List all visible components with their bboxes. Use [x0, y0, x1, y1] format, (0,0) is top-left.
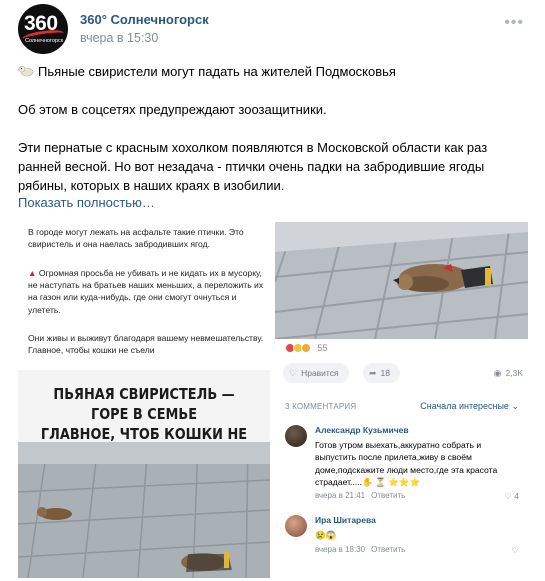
warning-triangle-icon: ▲ — [28, 268, 37, 278]
post-paragraph: Об этом в соцсетях предупреждают зоозащи… — [18, 102, 327, 117]
comment-time[interactable]: вчера в 18:30 — [315, 545, 365, 554]
more-options-icon[interactable]: ••• — [504, 14, 524, 32]
views-count: 2,3K — [505, 368, 524, 378]
heart-outline-icon: ♡ — [289, 368, 298, 378]
commenter-name[interactable]: Александр Кузьмичев — [315, 425, 409, 435]
poster-bird-photo — [18, 442, 270, 578]
comment-like-button[interactable]: ♡ — [511, 545, 519, 556]
comment-text: 😢😱 — [315, 530, 337, 540]
comment-meta: вчера в 18:30 Ответить — [315, 545, 405, 554]
post-author-link[interactable]: 360° Солнечногорск — [80, 12, 209, 27]
comment-time[interactable]: вчера в 21:41 — [315, 491, 365, 500]
comment-like-count: 4 — [514, 491, 519, 501]
comments-sort-dropdown[interactable]: Сначала интересные ⌄ — [420, 401, 519, 412]
comment-meta: вчера в 21:41 Ответить — [315, 491, 405, 500]
post-header: 360 Солнечногорск 360° Солнечногорск вче… — [18, 4, 528, 54]
image-text-request: Огромная просьба не убивать и не кидать … — [28, 268, 264, 315]
post-title-text: Пьяные свиристели могут падать на жителе… — [38, 64, 396, 79]
image-text-paragraph: ▲ Огромная просьба не убивать и не кидат… — [28, 267, 264, 316]
like-label: Нравится — [301, 368, 339, 378]
eye-icon: ◉ — [493, 368, 502, 378]
views-counter: ◉ 2,3K — [494, 368, 523, 379]
comments-count: 3 КОММЕНТАРИЯ — [285, 402, 357, 411]
commenter-avatar[interactable] — [285, 515, 307, 537]
bird-emoji-icon — [18, 65, 34, 77]
reply-link[interactable]: Ответить — [371, 491, 405, 500]
attached-image-text[interactable]: В городе могут лежать на асфальте такие … — [18, 222, 270, 370]
comment-like-button[interactable]: ♡ 4 — [504, 491, 519, 502]
commenter-avatar[interactable] — [285, 425, 307, 447]
reactions-summary[interactable]: 55 — [285, 343, 328, 355]
comment-text: Готов утром выехать,аккуратно собрать и … — [315, 440, 498, 487]
show-more-link[interactable]: Показать полностью… — [18, 195, 155, 210]
post-paragraph: Эти пернатые с красным хохолком появляют… — [18, 140, 488, 193]
heart-outline-icon: ♡ — [504, 491, 512, 501]
post-footer: 55 ♡ Нравится ➦ 18 ◉ 2,3K 3 КОММЕНТАРИЯ Сна… — [275, 339, 533, 581]
heart-outline-icon: ♡ — [511, 545, 519, 555]
chevron-down-icon: ⌄ — [511, 401, 519, 411]
share-count: 18 — [380, 368, 391, 378]
comment-item: Ира Шитарева 😢😱 вчера в 18:30 Ответить ♡ — [285, 515, 525, 565]
sort-label: Сначала интересные — [420, 401, 509, 411]
wow-reaction-icon — [301, 343, 311, 353]
share-button[interactable]: ➦ 18 — [363, 363, 401, 383]
poster-title-line: ПЬЯНАЯ СВИРИСТЕЛЬ — ГОРЕ В СЕМЬЕ — [53, 385, 235, 423]
image-text-paragraph: Они живы и выживут благодаря вашему невм… — [28, 333, 264, 356]
reaction-icons — [285, 343, 311, 355]
community-avatar[interactable]: 360 Солнечногорск — [18, 4, 68, 54]
post-text: Пьяные свиристели могут падать на жителе… — [18, 62, 518, 214]
share-arrow-icon: ➦ — [369, 368, 377, 378]
image-text-paragraph: В городе могут лежать на асфальте такие … — [28, 227, 244, 250]
reply-link[interactable]: Ответить — [371, 545, 405, 554]
post-time[interactable]: вчера в 15:30 — [80, 31, 158, 45]
attached-image-poster[interactable]: ПЬЯНАЯ СВИРИСТЕЛЬ — ГОРЕ В СЕМЬЕ ГЛАВНОЕ… — [18, 370, 270, 578]
post-paragraph-title: Пьяные свиристели могут падать на жителе… — [18, 62, 518, 81]
like-button[interactable]: ♡ Нравится — [283, 363, 349, 383]
commenter-name[interactable]: Ира Шитарева — [315, 515, 376, 525]
reaction-count: 55 — [317, 343, 328, 353]
avatar-logo-subtext: Солнечногорск — [25, 38, 64, 44]
attached-image-bird-photo[interactable] — [275, 222, 528, 339]
comment-item: Александр Кузьмичев Готов утром выехать,… — [285, 425, 525, 505]
